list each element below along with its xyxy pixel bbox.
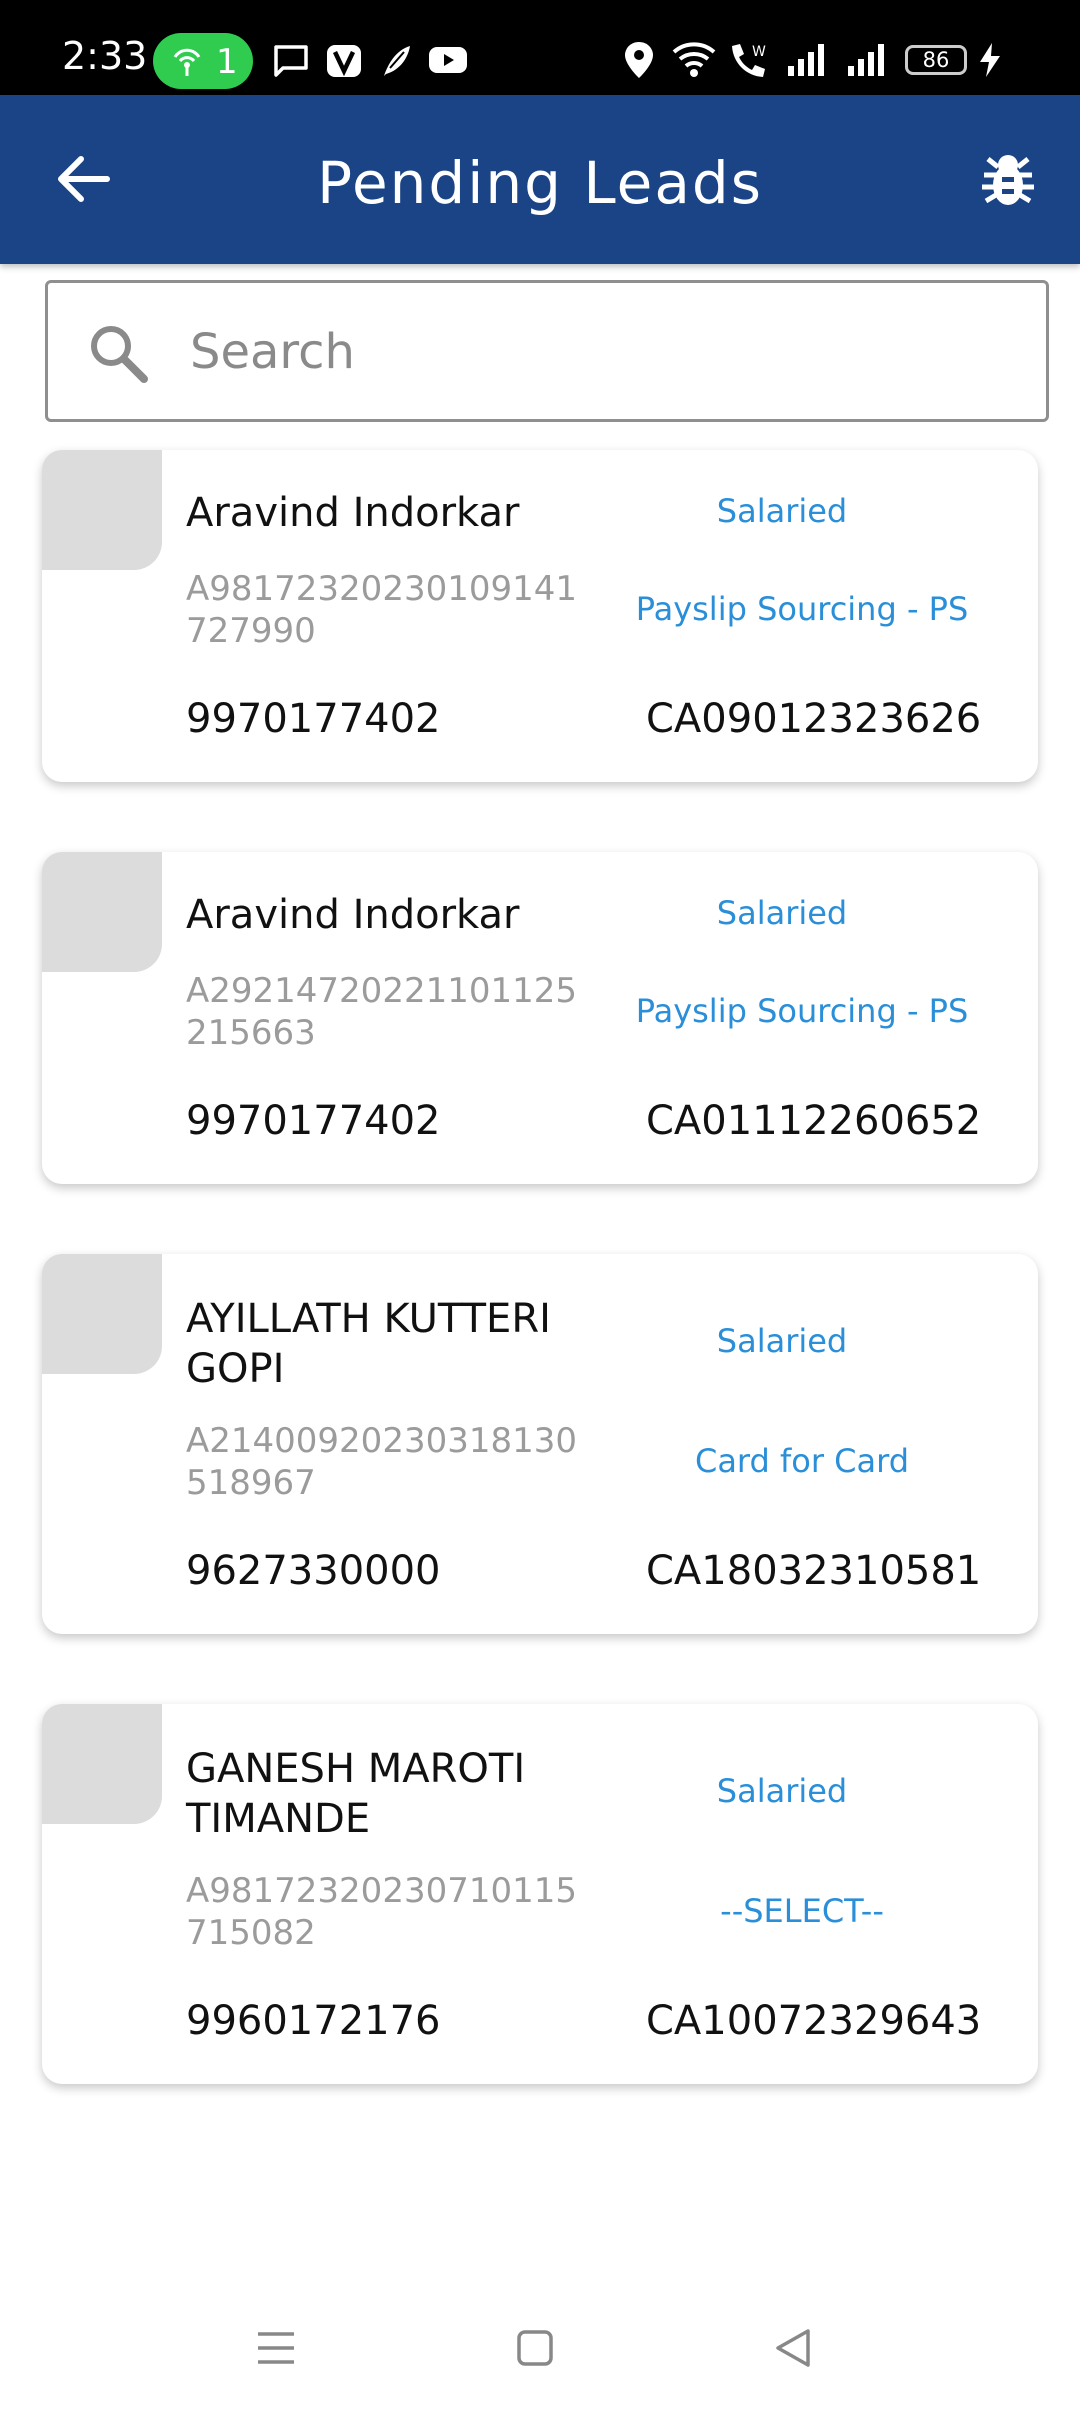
application-id: A98172320230109141727990 [186,569,577,651]
employment-type: Salaried [716,492,848,530]
hotspot-badge: 1 [153,33,253,89]
status-time: 2:33 [62,34,148,78]
charging-icon [980,43,1000,77]
app-bar: Pending Leads [0,95,1080,264]
lead-card[interactable]: AYILLATH KUTTERI GOPI Salaried A21400920… [42,1254,1038,1634]
menu-icon[interactable] [256,2328,296,2368]
ca-number: CA09012323626 [646,696,982,742]
search-input[interactable] [188,315,1012,389]
lead-avatar [42,1704,162,1824]
message-icon [274,45,308,77]
wifi-call-icon: W [732,44,766,77]
lead-name: Aravind Indorkar [186,892,520,938]
location-icon [625,42,653,78]
application-id: A21400920230318130518967 [186,1421,577,1503]
employment-type: Salaried [716,1772,848,1810]
wifi-icon [672,42,716,77]
lead-source: Payslip Sourcing - PS [635,590,969,628]
lead-avatar [42,1254,162,1374]
ca-number: CA01112260652 [646,1098,982,1144]
lead-phone: 9960172176 [186,1998,441,2044]
application-id: A98172320230710115715082 [186,1871,577,1953]
lead-name: AYILLATH KUTTERI GOPI [186,1296,551,1392]
feather-icon [384,46,410,76]
ca-number: CA18032310581 [646,1548,982,1594]
back-icon[interactable] [774,2328,812,2368]
lead-phone: 9627330000 [186,1548,441,1594]
search-icon [91,326,148,383]
home-icon[interactable] [516,2328,554,2368]
hotspot-count: 1 [216,42,238,82]
lead-name: GANESH MAROTI TIMANDE [186,1746,526,1842]
ca-number: CA10072329643 [646,1998,982,2044]
employment-type: Salaried [716,1322,848,1360]
system-nav-bar [0,2300,1080,2412]
signal-icon [788,44,824,76]
lead-source: Card for Card [694,1442,910,1480]
status-bar: 2:33 1 W 86 [0,0,1080,95]
lead-card[interactable]: GANESH MAROTI TIMANDE Salaried A98172320… [42,1704,1038,2084]
lead-card[interactable]: Aravind Indorkar Salaried A9817232023010… [42,450,1038,782]
signal-icon [848,44,884,76]
lead-card[interactable]: Aravind Indorkar Salaried A2921472022110… [42,852,1038,1184]
search-box[interactable] [45,280,1049,422]
battery-icon: 86 [905,45,967,75]
youtube-icon [429,47,467,73]
hotspot-icon [173,48,201,76]
lead-phone: 9970177402 [186,696,441,742]
page-title: Pending Leads [317,149,763,217]
application-id: A29214720221101125215663 [186,971,577,1053]
lead-source: Payslip Sourcing - PS [635,992,969,1030]
svg-text:W: W [752,44,766,60]
lead-name: Aravind Indorkar [186,490,520,536]
lead-source: --SELECT-- [720,1892,884,1930]
lead-avatar [42,450,162,570]
v-app-icon [327,45,361,77]
bug-report-icon[interactable] [978,151,1038,211]
lead-avatar [42,852,162,972]
employment-type: Salaried [716,894,848,932]
lead-phone: 9970177402 [186,1098,441,1144]
